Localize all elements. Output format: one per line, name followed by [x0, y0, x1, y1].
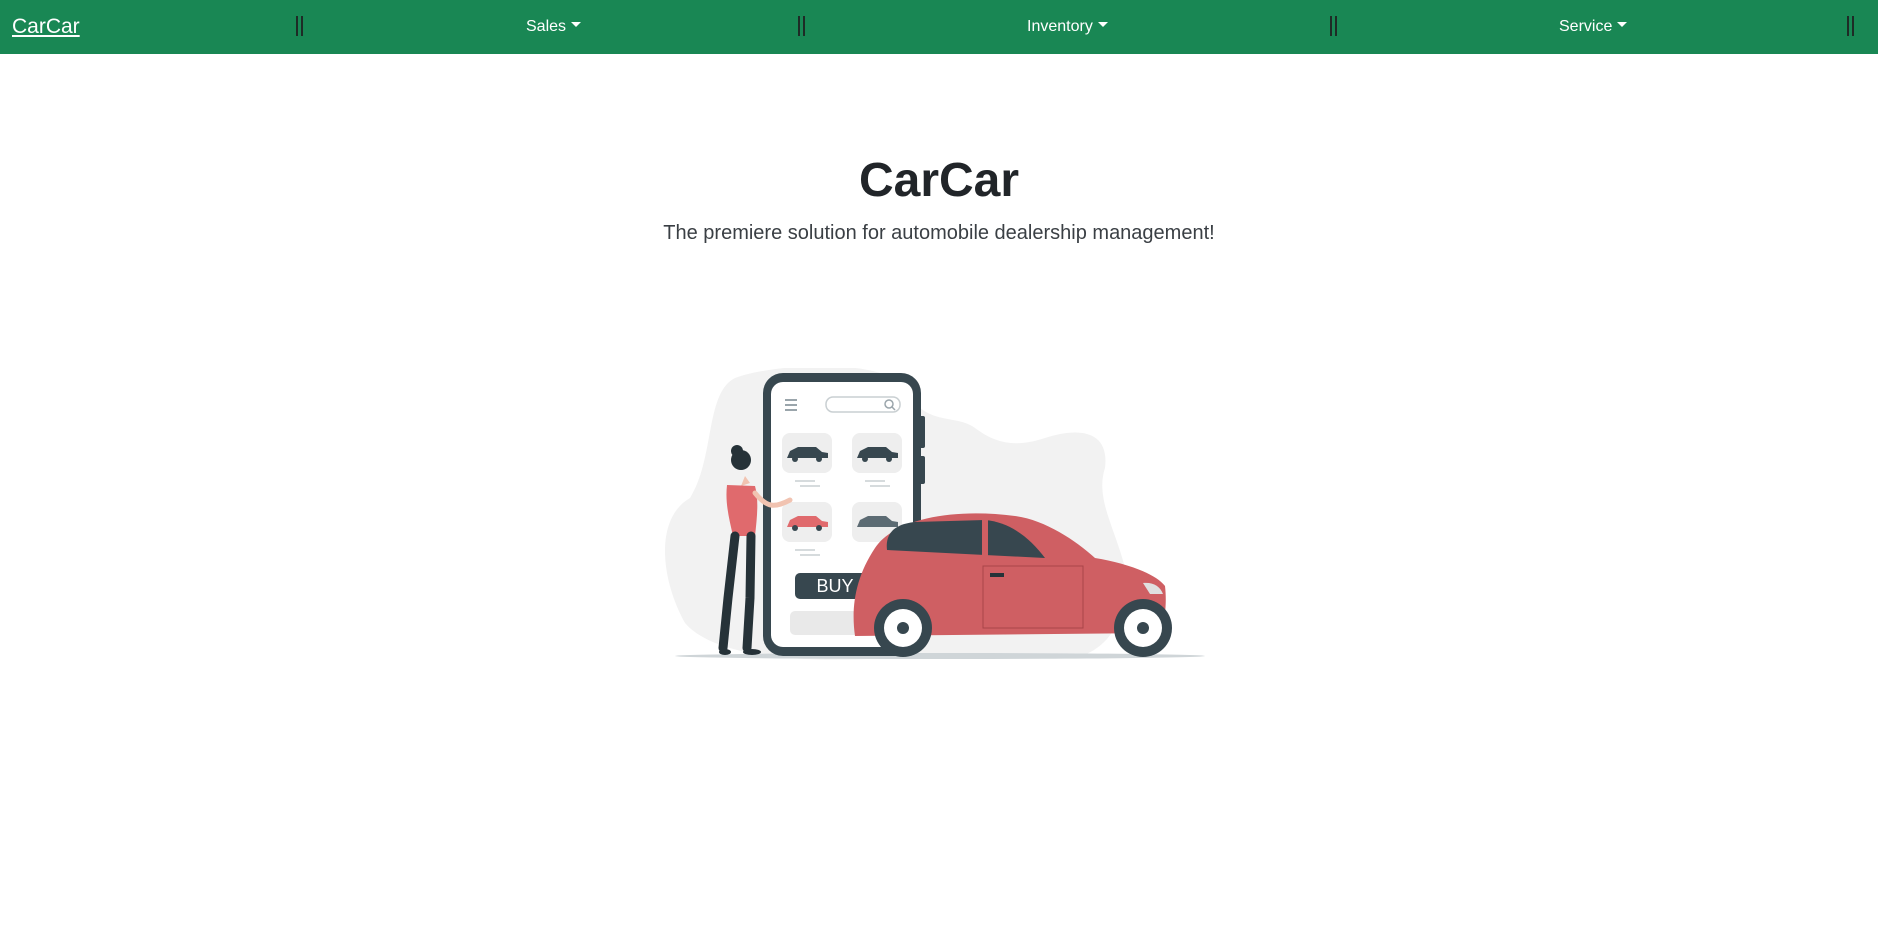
buy-button-label: BUY [816, 576, 853, 596]
page-title: CarCar [858, 154, 1020, 207]
nav-dropdown-service[interactable]: Service [1559, 17, 1628, 37]
nav-sales-label: Sales [526, 18, 567, 35]
nav-service-label: Service [1559, 18, 1613, 35]
phone-side-button [919, 416, 925, 448]
nav-dropdown-sales[interactable]: Sales [526, 17, 582, 37]
nav-inventory-label: Inventory [1027, 18, 1093, 35]
page-subtitle: The premiere solution for automobile dea… [663, 222, 1215, 244]
caret-down-icon [1617, 22, 1628, 28]
nav-separator [1330, 16, 1337, 36]
nav-separator [1847, 16, 1854, 36]
car-purchase-illustration: BUY [665, 368, 1205, 660]
caret-down-icon [1097, 22, 1108, 28]
phone-search-bar [825, 396, 901, 413]
top-navbar: CarCar Sales Inventory Service [0, 0, 1878, 54]
brand-link[interactable]: CarCar [12, 14, 80, 40]
nav-dropdown-inventory[interactable]: Inventory [1027, 17, 1108, 37]
phone-side-button [919, 456, 925, 484]
caret-down-icon [571, 22, 582, 28]
nav-separator [296, 16, 303, 36]
nav-separator [798, 16, 805, 36]
